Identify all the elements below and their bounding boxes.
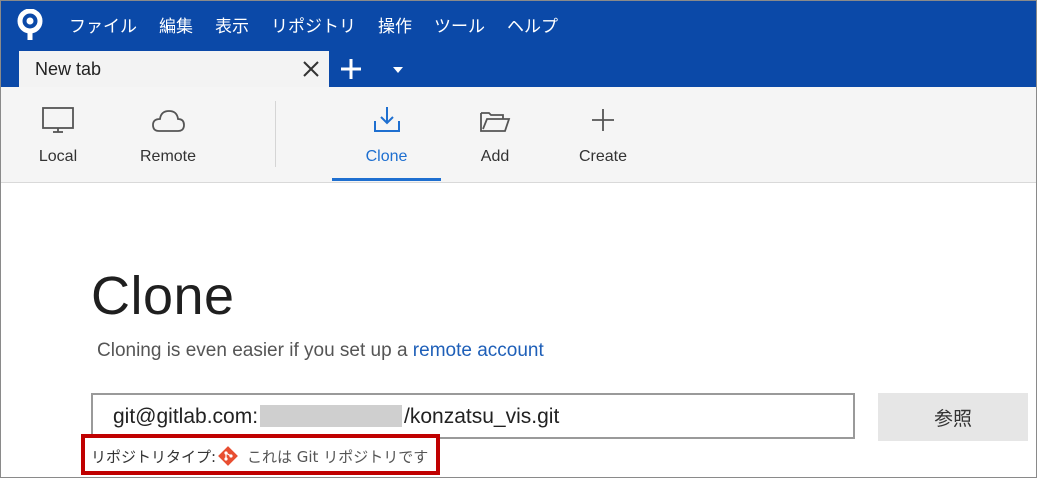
page-title: Clone [91,266,235,326]
tool-add-label: Add [480,148,510,165]
tool-create[interactable]: Create [567,87,639,181]
tool-clone[interactable]: Clone [332,87,441,181]
active-tab-indicator [332,178,441,181]
tab-strip: New tab [1,47,1036,87]
subtitle: Cloning is even easier if you set up a r… [97,340,544,362]
clone-panel: Clone Cloning is even easier if you set … [1,183,1036,477]
tool-local-label: Local [38,148,78,165]
toolbar-separator [275,101,276,167]
browse-button[interactable]: 参照 [878,393,1028,441]
sourcetree-window: ファイル 編集 表示 リポジトリ 操作 ツール ヘルプ New tab Loca… [0,0,1037,478]
source-url-value: git@gitlab.com: /konzatsu_vis.git [113,405,559,429]
tool-local[interactable]: Local [17,87,99,181]
tool-remote-label: Remote [139,148,197,165]
menu-file[interactable]: ファイル [69,12,137,37]
tool-add[interactable]: Add [457,87,533,181]
menu-repository[interactable]: リポジトリ [271,12,356,37]
tool-remote[interactable]: Remote [127,87,209,181]
tab-new-tab[interactable]: New tab [19,51,329,87]
tool-create-label: Create [578,148,628,165]
plus-icon [592,109,614,131]
add-tab-icon[interactable] [339,57,363,81]
remote-account-link[interactable]: remote account [413,340,544,361]
menu-tools[interactable]: ツール [434,12,485,37]
repo-type-label: リポジトリタイプ: [91,448,217,466]
cloud-icon [152,110,185,132]
repo-type-value: これは Git リポジトリです [247,448,429,466]
source-url-input[interactable]: git@gitlab.com: /konzatsu_vis.git [91,393,855,439]
download-icon [373,107,400,132]
menu-bar: ファイル 編集 表示 リポジトリ 操作 ツール ヘルプ [1,1,1036,47]
subtitle-text: Cloning is even easier if you set up a [97,340,413,361]
menu-edit[interactable]: 編集 [159,12,193,37]
toolbar: Local Remote Clone Add Create [1,87,1036,183]
source-url-suffix: /konzatsu_vis.git [404,405,560,428]
menu-view[interactable]: 表示 [215,12,249,37]
monitor-icon [42,107,74,133]
source-url-prefix: git@gitlab.com: [113,405,259,428]
chevron-down-icon[interactable] [391,65,405,75]
menu-items: ファイル 編集 表示 リポジトリ 操作 ツール ヘルプ [69,12,580,37]
folder-open-icon [480,112,511,132]
tab-label: New tab [35,59,102,79]
menu-help[interactable]: ヘルプ [507,12,558,37]
repository-type-highlight: リポジトリタイプ: これは Git リポジトリです [81,434,440,475]
redacted-block [260,405,403,427]
git-icon [218,446,238,466]
close-icon[interactable] [301,59,321,79]
menu-actions[interactable]: 操作 [378,12,412,37]
sourcetree-logo-icon [17,9,43,40]
tool-clone-label: Clone [365,148,408,165]
